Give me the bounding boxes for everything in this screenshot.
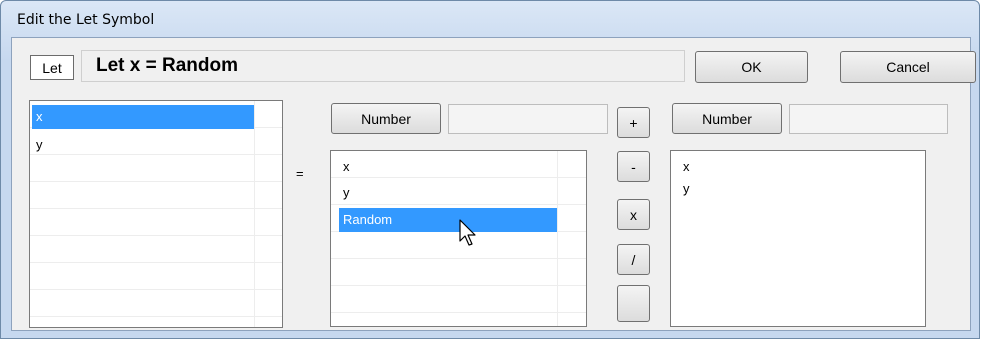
minus-button[interactable]: -	[617, 151, 650, 182]
cancel-button[interactable]: Cancel	[840, 51, 976, 83]
left-number-input[interactable]	[448, 104, 608, 134]
right-operand-item[interactable]: x	[679, 155, 909, 179]
mouse-pointer-icon	[459, 219, 476, 246]
left-operand-item[interactable]: x	[339, 155, 557, 179]
left-operand-item[interactable]: y	[339, 181, 557, 205]
multiply-button[interactable]: x	[617, 199, 650, 230]
variable-list[interactable]: x y	[29, 100, 283, 328]
plus-button[interactable]: +	[617, 107, 650, 138]
ok-button[interactable]: OK	[695, 51, 808, 83]
equals-sign: =	[296, 166, 304, 181]
right-number-button[interactable]: Number	[672, 103, 782, 134]
dialog-window: Edit the Let Symbol Let Let x = Random O…	[0, 0, 980, 339]
right-number-input[interactable]	[789, 104, 948, 134]
left-number-button[interactable]: Number	[331, 103, 441, 134]
window-title: Edit the Let Symbol	[17, 12, 155, 28]
right-operand-item[interactable]: y	[679, 177, 909, 201]
blank-operator-button[interactable]	[617, 285, 650, 322]
dialog-body: Let Let x = Random OK Cancel x y = Numbe…	[11, 37, 976, 331]
divide-button[interactable]: /	[617, 244, 650, 275]
variable-item[interactable]: y	[32, 133, 254, 157]
let-label: Let	[30, 55, 74, 80]
expression-display: Let x = Random	[81, 50, 685, 82]
left-operand-item[interactable]: Random	[339, 208, 557, 232]
variable-item[interactable]: x	[32, 105, 254, 129]
title-bar[interactable]: Edit the Let Symbol	[1, 1, 979, 37]
right-operand-list[interactable]: x y	[670, 150, 926, 327]
